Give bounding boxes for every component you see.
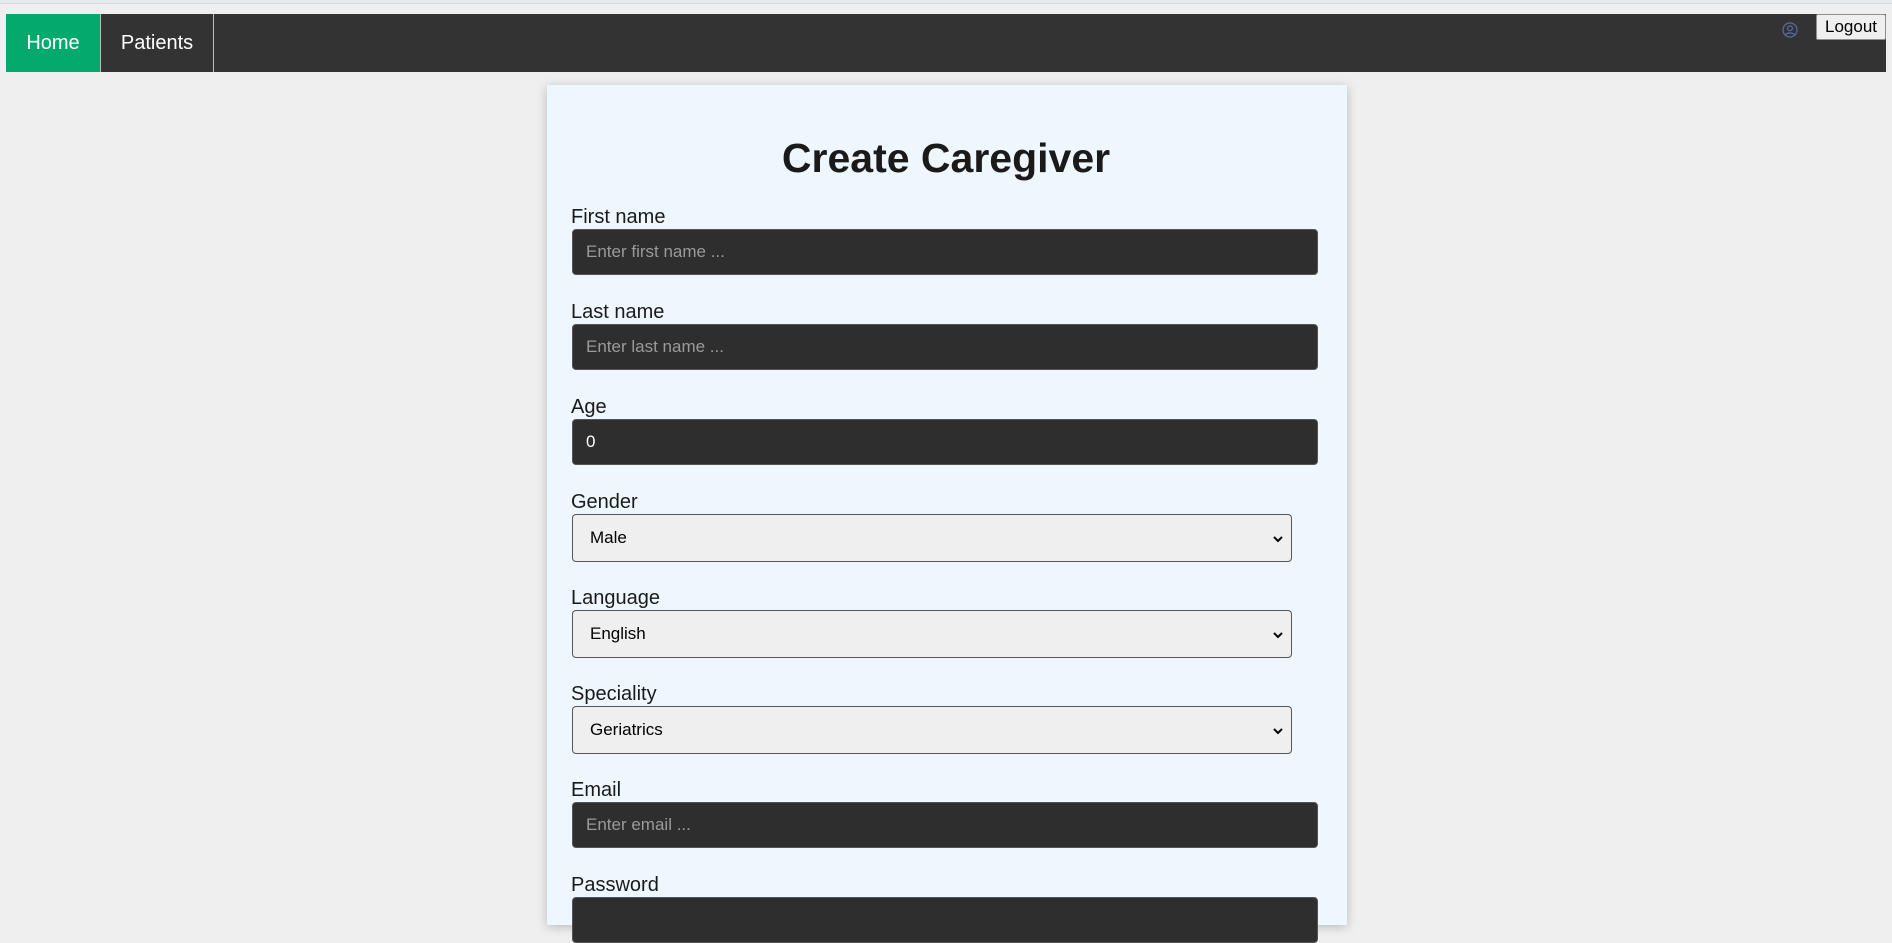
first-name-label: First name xyxy=(571,206,666,228)
chevron-down-icon xyxy=(1273,728,1283,735)
password-input[interactable] xyxy=(572,897,1318,943)
email-input[interactable] xyxy=(572,802,1318,848)
top-navbar: Home Patients xyxy=(6,14,1886,72)
speciality-selected-value: Geriatrics xyxy=(590,720,663,739)
language-label: Language xyxy=(571,587,660,609)
gender-label: Gender xyxy=(571,491,638,513)
last-name-input[interactable] xyxy=(572,324,1318,370)
page-title: Create Caregiver xyxy=(781,135,1111,181)
create-caregiver-card xyxy=(547,85,1347,925)
browser-top-strip xyxy=(0,0,1892,4)
speciality-label: Speciality xyxy=(571,683,657,705)
gender-selected-value: Male xyxy=(590,528,627,547)
password-label: Password xyxy=(571,874,659,896)
last-name-label: Last name xyxy=(571,301,665,323)
speciality-select[interactable]: Geriatrics xyxy=(572,706,1292,754)
chevron-down-icon xyxy=(1273,536,1283,543)
age-input[interactable] xyxy=(572,419,1318,465)
nav-home-link[interactable]: Home xyxy=(6,14,100,72)
user-circle-icon[interactable] xyxy=(1782,22,1798,38)
email-label: Email xyxy=(571,779,622,801)
first-name-input[interactable] xyxy=(572,229,1318,275)
chevron-down-icon xyxy=(1273,632,1283,639)
language-select[interactable]: English xyxy=(572,610,1292,658)
gender-select[interactable]: Male xyxy=(572,514,1292,562)
age-label: Age xyxy=(571,396,607,418)
language-selected-value: English xyxy=(590,624,646,643)
logout-button[interactable]: Logout xyxy=(1816,14,1886,40)
nav-patients-link[interactable]: Patients xyxy=(100,14,214,72)
